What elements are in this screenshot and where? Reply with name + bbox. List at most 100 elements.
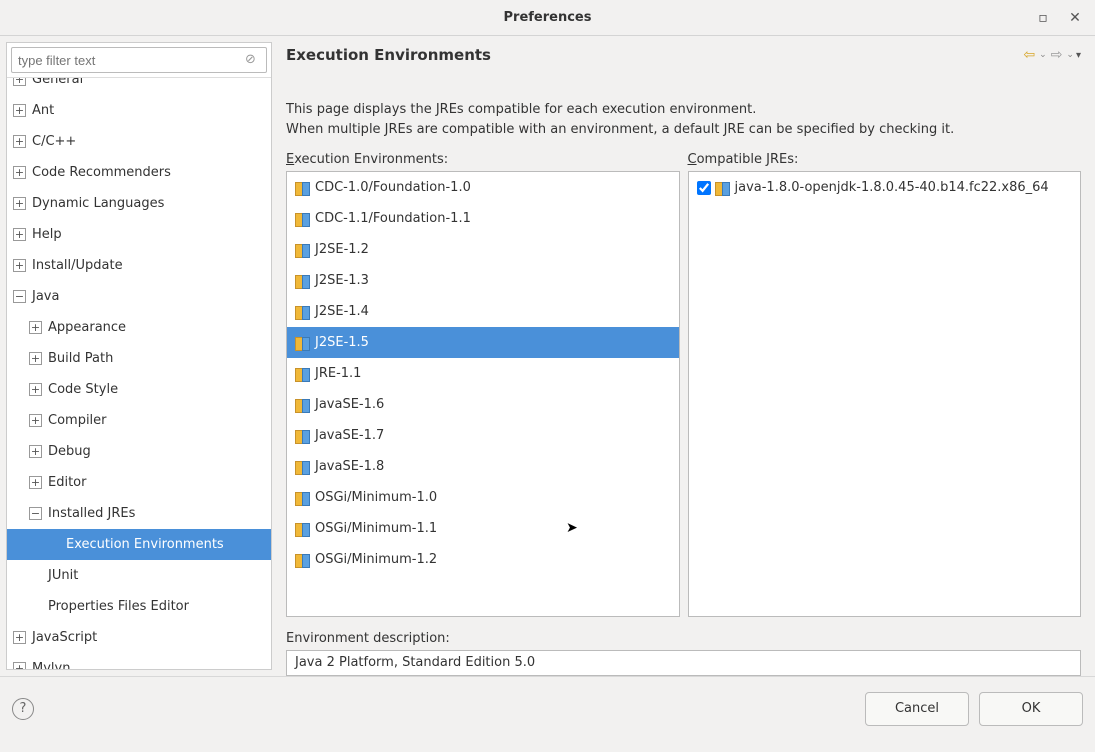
cancel-button[interactable]: Cancel (865, 692, 969, 726)
tree-expander-icon[interactable]: + (29, 445, 42, 458)
environment-label: CDC-1.0/Foundation-1.0 (315, 180, 471, 195)
nav-back-icon[interactable]: ⇦ (1021, 47, 1037, 63)
tree-item[interactable]: + General (7, 78, 271, 95)
tree-item[interactable]: +Editor (7, 467, 271, 498)
tree-expander-icon[interactable]: + (13, 228, 26, 241)
environments-listbox[interactable]: CDC-1.0/Foundation-1.0 CDC-1.1/Foundation… (286, 171, 680, 617)
tree-item-label: Build Path (48, 351, 113, 366)
tree-expander-icon[interactable]: + (13, 166, 26, 179)
tree-expander-icon[interactable]: − (29, 507, 42, 520)
jre-library-icon (295, 182, 309, 194)
filter-input[interactable] (11, 47, 267, 73)
jre-library-icon (295, 275, 309, 287)
tree-expander-icon[interactable]: + (13, 135, 26, 148)
tree-item[interactable]: Properties Files Editor (7, 591, 271, 622)
nav-forward-icon[interactable]: ⇨ (1049, 47, 1065, 63)
tree-item[interactable]: +JavaScript (7, 622, 271, 653)
environment-item[interactable]: J2SE-1.4 (287, 296, 679, 327)
tree-item[interactable]: + Dynamic Languages (7, 188, 271, 219)
environment-item[interactable]: CDC-1.0/Foundation-1.0 (287, 172, 679, 203)
view-menu-icon[interactable]: ▾ (1076, 50, 1081, 61)
help-icon[interactable]: ? (12, 698, 34, 720)
tree-item[interactable]: + Code Style (7, 374, 271, 405)
tree-expander-icon[interactable]: + (29, 414, 42, 427)
tree-item-label: Code Style (48, 382, 118, 397)
tree-item[interactable]: +Ant (7, 95, 271, 126)
tree-item-label: Properties Files Editor (48, 599, 189, 614)
tree-item-label: Code Recommenders (32, 165, 171, 180)
jre-library-icon (295, 430, 309, 442)
environment-label: OSGi/Minimum-1.2 (315, 552, 437, 567)
tree-expander-icon[interactable]: + (29, 321, 42, 334)
tree-item-label: JUnit (48, 568, 78, 583)
tree-item-label: General (32, 78, 83, 87)
tree-expander-icon[interactable]: + (29, 352, 42, 365)
tree-item[interactable]: −Java (7, 281, 271, 312)
tree-item-label: Debug (48, 444, 91, 459)
tree-item-label: Appearance (48, 320, 126, 335)
environment-label: J2SE-1.4 (315, 304, 369, 319)
jre-library-icon (295, 461, 309, 473)
tree-item[interactable]: + Debug (7, 436, 271, 467)
tree-expander-icon[interactable]: + (13, 197, 26, 210)
tree-expander-icon[interactable]: + (13, 104, 26, 117)
tree-item[interactable]: + Code Recommenders (7, 157, 271, 188)
environment-item[interactable]: CDC-1.1/Foundation-1.1 (287, 203, 679, 234)
tree-item[interactable]: JUnit (7, 560, 271, 591)
jre-item[interactable]: java-1.8.0-openjdk-1.8.0.45-40.b14.fc22.… (689, 172, 1081, 203)
jres-label: Compatible JREs: (688, 152, 1082, 167)
environment-label: J2SE-1.3 (315, 273, 369, 288)
tree-expander-icon[interactable]: + (13, 259, 26, 272)
tree-item[interactable]: −Installed JREs (7, 498, 271, 529)
titlebar: Preferences ▫ ✕ (0, 0, 1095, 36)
tree-item[interactable]: +Help (7, 219, 271, 250)
jre-checkbox[interactable] (697, 181, 711, 195)
tree-expander-icon[interactable]: + (29, 383, 42, 396)
environment-item[interactable]: JRE-1.1 (287, 358, 679, 389)
jre-library-icon (295, 337, 309, 349)
tree-item[interactable]: + Mylyn (7, 653, 271, 669)
tree-item[interactable]: +Install/Update (7, 250, 271, 281)
environment-label: J2SE-1.5 (315, 335, 369, 350)
tree-expander-icon[interactable]: + (13, 631, 26, 644)
environment-item[interactable]: JavaSE-1.8 (287, 451, 679, 482)
nav-forward-menu-icon[interactable]: ⌄ (1066, 50, 1074, 60)
environment-item[interactable]: JavaSE-1.6 (287, 389, 679, 420)
environment-label: JRE-1.1 (315, 366, 361, 381)
tree-item[interactable]: Execution Environments (7, 529, 271, 560)
preferences-page: Execution Environments ⇦ ⌄ ⇨ ⌄ ▾ This pa… (272, 36, 1095, 676)
desc-line-1: This page displays the JREs compatible f… (286, 100, 1081, 120)
tree-item[interactable]: + Build Path (7, 343, 271, 374)
close-icon[interactable]: ✕ (1063, 6, 1087, 30)
clear-filter-icon[interactable]: ⊘ (245, 52, 256, 67)
tree-expander-icon[interactable]: + (13, 78, 26, 86)
environment-item[interactable]: OSGi/Minimum-1.0 (287, 482, 679, 513)
tree-item[interactable]: +C/C++ (7, 126, 271, 157)
jres-listbox[interactable]: java-1.8.0-openjdk-1.8.0.45-40.b14.fc22.… (688, 171, 1082, 617)
page-nav: ⇦ ⌄ ⇨ ⌄ ▾ (1021, 47, 1081, 63)
tree-item[interactable]: +Compiler (7, 405, 271, 436)
tree-item-label: Mylyn (32, 661, 70, 669)
tree-item[interactable]: + Appearance (7, 312, 271, 343)
tree-item-label: Java (32, 289, 59, 304)
window-title: Preferences (504, 10, 592, 25)
env-desc-value: Java 2 Platform, Standard Edition 5.0 (286, 650, 1081, 676)
page-description: This page displays the JREs compatible f… (286, 100, 1081, 140)
environment-item[interactable]: J2SE-1.3 (287, 265, 679, 296)
tree-expander-icon[interactable]: + (13, 662, 26, 669)
environment-item[interactable]: J2SE-1.2 (287, 234, 679, 265)
environment-item[interactable]: OSGi/Minimum-1.2 (287, 544, 679, 575)
tree-expander-icon[interactable]: + (29, 476, 42, 489)
maximize-icon[interactable]: ▫ (1031, 6, 1055, 30)
environment-item[interactable]: J2SE-1.5 (287, 327, 679, 358)
ok-button[interactable]: OK (979, 692, 1083, 726)
jre-library-icon (295, 244, 309, 256)
environment-item[interactable]: OSGi/Minimum-1.1 (287, 513, 679, 544)
environment-item[interactable]: JavaSE-1.7 (287, 420, 679, 451)
page-title: Execution Environments (286, 46, 491, 64)
tree-item-label: Dynamic Languages (32, 196, 164, 211)
tree-expander-icon[interactable]: − (13, 290, 26, 303)
preferences-tree[interactable]: +General+Ant+C/C+++Code Recommenders+Dyn… (7, 78, 271, 669)
nav-back-menu-icon[interactable]: ⌄ (1039, 50, 1047, 60)
jre-library-icon (295, 306, 309, 318)
